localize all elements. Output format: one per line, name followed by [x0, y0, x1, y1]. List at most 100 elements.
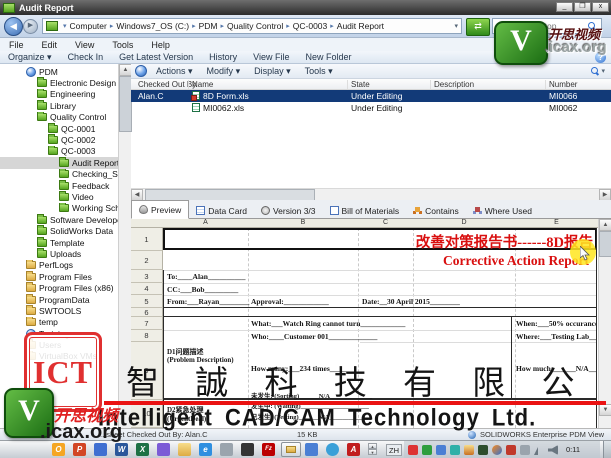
- tab-bill-of-materials[interactable]: Bill of Materials: [323, 203, 407, 218]
- tray-icon-2[interactable]: [436, 445, 446, 455]
- menu-view[interactable]: View: [66, 40, 103, 50]
- globe-app-icon[interactable]: [326, 443, 339, 456]
- tray-antivirus-icon[interactable]: [422, 445, 432, 455]
- refresh-go-button[interactable]: ⇄: [466, 18, 490, 36]
- tree-item-engineering[interactable]: Engineering: [0, 88, 130, 100]
- tree-item-template[interactable]: Template: [0, 236, 130, 248]
- camera-app-icon[interactable]: [305, 443, 318, 456]
- tree-item-programdata[interactable]: ProgramData: [0, 293, 130, 305]
- tree-item-audit-report[interactable]: Audit Report: [0, 157, 130, 169]
- tools-menu[interactable]: Tools ▾: [298, 66, 340, 77]
- search-input[interactable]: [493, 20, 586, 32]
- file-list-hscrollbar[interactable]: ◀ ▶: [131, 188, 611, 201]
- folder-app-icon[interactable]: [178, 443, 191, 456]
- back-button[interactable]: ◀: [4, 17, 23, 36]
- column-description[interactable]: Description: [434, 80, 474, 89]
- tree-item-uploads[interactable]: Uploads: [0, 248, 130, 259]
- excel-icon[interactable]: X: [136, 443, 149, 456]
- tree-item-qc-0003[interactable]: QC-0003: [0, 145, 130, 157]
- tray-firefox-icon[interactable]: [492, 445, 502, 455]
- menu-edit[interactable]: Edit: [33, 40, 67, 50]
- tab-where-used[interactable]: Where Used: [466, 203, 539, 218]
- tree-item-pdm[interactable]: PDM: [0, 66, 130, 77]
- scrollbar-thumb[interactable]: [599, 231, 611, 257]
- forward-button[interactable]: ▶: [23, 19, 38, 34]
- tree-item-working-schedule[interactable]: Working Schedule: [0, 202, 130, 214]
- tree-item-swtools[interactable]: SWTOOLS: [0, 305, 130, 316]
- actions-menu[interactable]: Actions ▾: [149, 66, 200, 77]
- file-row-mi0062[interactable]: MI0062.xls Under Editing MI0062: [131, 102, 611, 114]
- tab-version[interactable]: Version 3/3: [254, 203, 323, 218]
- display-menu[interactable]: Display ▾: [247, 66, 298, 77]
- taskbar-clock[interactable]: 0:11: [566, 445, 580, 454]
- tree-item-qc-0001[interactable]: QC-0001: [0, 122, 130, 134]
- tree-item-video[interactable]: Video: [0, 191, 130, 202]
- column-number[interactable]: Number: [549, 80, 577, 89]
- breadcrumb-segment[interactable]: PDM: [199, 21, 218, 31]
- breadcrumb[interactable]: ▾ Computer ▸ Windows7_OS (C:) ▸ PDM ▸ Quali…: [42, 18, 462, 34]
- word-icon[interactable]: W: [115, 443, 128, 456]
- restore-button[interactable]: ❐: [574, 2, 591, 12]
- tree-item-feedback[interactable]: Feedback: [0, 179, 130, 191]
- tree-item-temp[interactable]: temp: [0, 316, 130, 328]
- tray-icon-1[interactable]: [408, 445, 418, 455]
- powerpoint-icon[interactable]: P: [73, 443, 86, 456]
- tree-item-quality-control[interactable]: Quality Control: [0, 111, 130, 123]
- tree-scrollbar[interactable]: ▲: [118, 64, 132, 428]
- show-desktop-button[interactable]: [603, 441, 611, 458]
- media-app-icon[interactable]: [157, 443, 170, 456]
- tree-item-users[interactable]: Users: [0, 339, 130, 350]
- check-in-button[interactable]: Check In: [60, 52, 112, 62]
- tree-item-training[interactable]: Training: [0, 328, 130, 339]
- tray-icon-4[interactable]: [506, 445, 516, 455]
- modify-menu[interactable]: Modify ▾: [200, 66, 248, 77]
- tray-icon-3[interactable]: [478, 445, 488, 455]
- tree-item-virtualbox-vms[interactable]: VirtualBox VMs: [0, 350, 130, 362]
- column-name[interactable]: Name: [192, 80, 213, 89]
- network-icon[interactable]: [534, 447, 538, 455]
- tree-item-software-developement[interactable]: Software Developement: [0, 214, 130, 225]
- tree-item-program-files[interactable]: Program Files: [0, 271, 130, 282]
- internet-explorer-icon[interactable]: e: [199, 443, 212, 456]
- tray-sync-icon[interactable]: [450, 445, 460, 455]
- tree-item-qc-0002[interactable]: QC-0002: [0, 134, 130, 145]
- tree-item-solidworks-data[interactable]: SolidWorks Data: [0, 225, 130, 236]
- breadcrumb-segment[interactable]: Quality Control: [227, 21, 283, 31]
- breadcrumb-segment[interactable]: Computer: [70, 21, 107, 31]
- menu-tools[interactable]: Tools: [103, 40, 142, 50]
- new-folder-button[interactable]: New Folder: [298, 52, 360, 62]
- view-file-button[interactable]: View File: [245, 52, 297, 62]
- breadcrumb-segment[interactable]: Windows7_OS (C:): [116, 21, 189, 31]
- taskbar-stepper[interactable]: ▲ ▼: [368, 443, 377, 456]
- list-search-button[interactable]: ▾: [589, 67, 605, 75]
- get-latest-version-button[interactable]: Get Latest Version: [111, 52, 201, 62]
- title-bar[interactable]: Audit Report _ ❐ x: [0, 0, 611, 15]
- active-explorer-task-button[interactable]: [281, 442, 301, 457]
- tree-item-electronic-design[interactable]: Electronic Design: [0, 77, 130, 88]
- adobe-reader-icon[interactable]: A: [347, 443, 360, 456]
- scroll-down-icon[interactable]: ▼: [599, 404, 611, 416]
- tree-item-program-files-x86[interactable]: Program Files (x86): [0, 282, 130, 293]
- scroll-up-icon[interactable]: ▲: [599, 219, 611, 231]
- tab-contains[interactable]: Contains: [406, 203, 466, 218]
- organize-button[interactable]: Organize ▾: [0, 52, 60, 63]
- tray-folder-icon[interactable]: [464, 445, 474, 455]
- preview-scrollbar[interactable]: ▲ ▼: [598, 219, 611, 428]
- tree-item-library[interactable]: Library: [0, 100, 130, 111]
- file-row-8d-form[interactable]: Alan.C 8D Form.xls Under Editing MI0066: [131, 90, 611, 102]
- language-indicator[interactable]: ZH: [386, 444, 402, 456]
- outlook-icon[interactable]: O: [52, 443, 65, 456]
- address-dropdown-icon[interactable]: ▾: [454, 22, 461, 30]
- tree-item-perflogs[interactable]: PerfLogs: [0, 259, 130, 271]
- breadcrumb-segment[interactable]: QC-0003: [293, 21, 328, 31]
- help-icon[interactable]: ?: [595, 52, 606, 63]
- close-button[interactable]: x: [592, 2, 609, 12]
- filezilla-icon[interactable]: Fz: [262, 443, 275, 456]
- minimize-button[interactable]: _: [556, 2, 573, 12]
- history-button[interactable]: History: [201, 52, 245, 62]
- search-box[interactable]: [492, 18, 602, 34]
- pointer-app-icon[interactable]: [241, 443, 254, 456]
- tab-preview[interactable]: Preview: [131, 200, 190, 219]
- tab-data-card[interactable]: Data Card: [189, 203, 254, 218]
- column-state[interactable]: State: [351, 80, 370, 89]
